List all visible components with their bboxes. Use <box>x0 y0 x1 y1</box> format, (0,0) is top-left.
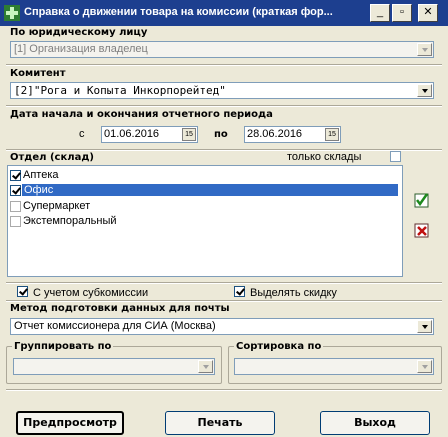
highlight-discount-label: Выделять скидку <box>250 287 337 299</box>
departments-label: Отдел (склад) <box>10 152 94 163</box>
divider <box>6 64 442 66</box>
list-item[interactable]: Аптека <box>8 169 398 183</box>
consignor-value: [2]"Рога и Копыта Инкорпорейтед" <box>14 84 226 97</box>
divider <box>6 149 442 151</box>
deselect-all-icon[interactable] <box>414 222 430 238</box>
consignor-select[interactable]: [2]"Рога и Копыта Инкорпорейтед" <box>10 82 434 99</box>
list-item[interactable]: Супермаркет <box>8 200 398 214</box>
item-checkbox[interactable] <box>10 185 21 196</box>
group-by-label: Группировать по <box>12 341 114 352</box>
title-bar[interactable]: Справка о движении товара на комиссии (к… <box>0 0 448 26</box>
list-item[interactable]: Экстемпоральный <box>8 215 398 229</box>
exit-button[interactable]: Выход <box>320 411 430 435</box>
item-checkbox[interactable] <box>10 216 21 227</box>
app-plus-icon <box>4 5 20 21</box>
item-checkbox[interactable] <box>10 170 21 181</box>
subcommission-checkbox[interactable] <box>17 286 28 297</box>
subcommission-label: С учетом субкомиссии <box>33 287 149 299</box>
select-all-icon[interactable] <box>414 192 430 208</box>
highlight-discount-checkbox[interactable] <box>234 286 245 297</box>
legal-entity-label: По юридическому лицу <box>10 27 148 38</box>
period-label: Дата начала и окончания отчетного период… <box>10 109 273 120</box>
restore-button[interactable]: ▫ <box>392 4 412 22</box>
date-to-value: 28.06.2016 <box>247 128 303 140</box>
calendar-icon[interactable]: 15 <box>182 128 196 141</box>
legal-entity-value: [1] Организация владелец <box>14 43 148 55</box>
departments-list[interactable]: Аптека Офис Супермаркет Экстемпоральный <box>7 165 403 277</box>
chevron-down-icon[interactable] <box>417 320 432 333</box>
print-button[interactable]: Печать <box>165 411 275 435</box>
item-checkbox[interactable] <box>10 201 21 212</box>
divider <box>6 300 442 302</box>
mail-method-label: Метод подготовки данных для почты <box>10 303 230 314</box>
list-item[interactable]: Офис <box>8 184 398 198</box>
divider <box>6 389 442 391</box>
chevron-down-icon[interactable] <box>417 84 432 97</box>
date-from-input[interactable]: 01.06.2016 15 <box>101 126 198 143</box>
date-to-input[interactable]: 28.06.2016 15 <box>244 126 341 143</box>
only-warehouses-label: только склады <box>287 151 362 163</box>
date-from-value: 01.06.2016 <box>104 128 160 140</box>
divider <box>6 105 442 107</box>
sort-by-label: Сортировка по <box>234 341 324 352</box>
legal-entity-select[interactable]: [1] Организация владелец <box>10 41 434 58</box>
calendar-icon[interactable]: 15 <box>325 128 339 141</box>
list-item-label: Экстемпоральный <box>23 215 117 227</box>
period-from-label: с <box>79 128 85 140</box>
list-item-label: Офис <box>22 184 398 196</box>
list-item-label: Аптека <box>23 169 59 181</box>
window-title: Справка о движении товара на комиссии (к… <box>24 6 333 18</box>
preview-button[interactable]: Предпросмотр <box>16 411 124 435</box>
only-warehouses-checkbox[interactable] <box>390 151 401 162</box>
period-to-label: по <box>214 129 228 140</box>
sort-by-select[interactable] <box>234 358 434 375</box>
list-item-label: Супермаркет <box>23 200 91 212</box>
consignor-label: Комитент <box>10 68 66 79</box>
close-button[interactable]: ✕ <box>418 4 438 22</box>
chevron-down-icon[interactable] <box>198 360 213 373</box>
group-by-select[interactable] <box>13 358 215 375</box>
chevron-down-icon[interactable] <box>417 43 432 56</box>
mail-method-value: Отчет комиссионера для СИА (Москва) <box>14 320 216 332</box>
chevron-down-icon[interactable] <box>417 360 432 373</box>
mail-method-select[interactable]: Отчет комиссионера для СИА (Москва) <box>10 318 434 335</box>
minimize-button[interactable]: _ <box>370 4 390 22</box>
divider <box>6 282 442 284</box>
